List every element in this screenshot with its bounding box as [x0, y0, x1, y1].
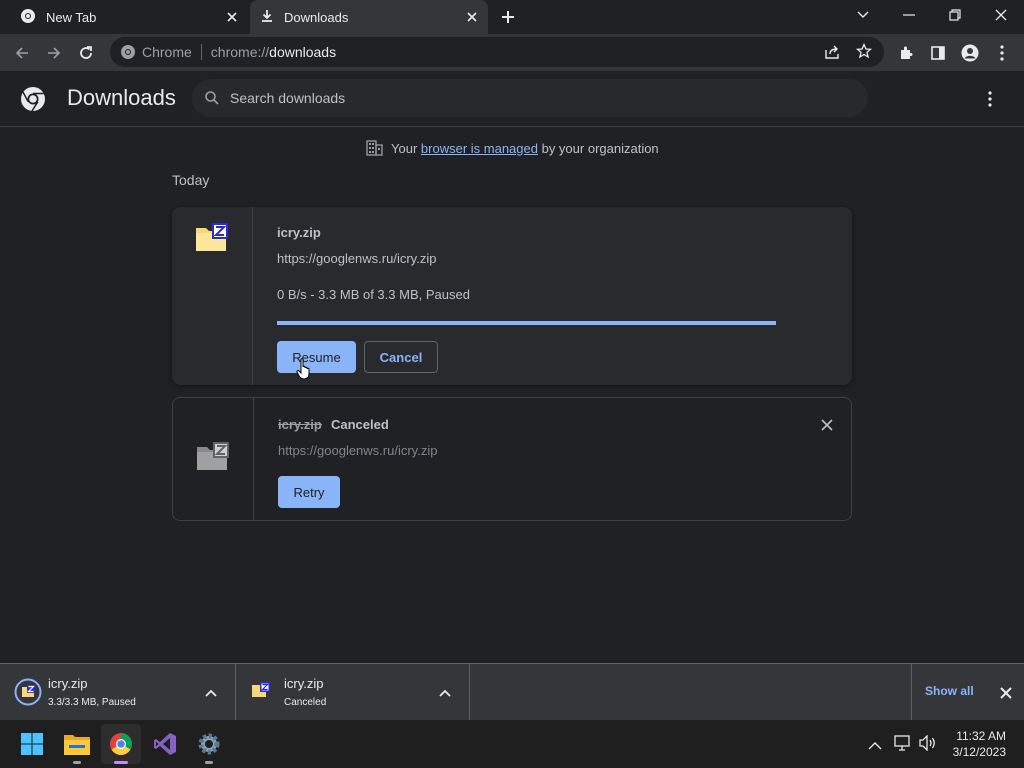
- building-icon: [366, 140, 383, 156]
- shelf-item-name: icry.zip: [48, 676, 88, 691]
- settings-icon[interactable]: [189, 724, 229, 764]
- chevron-up-icon[interactable]: [205, 684, 221, 700]
- profile-icon[interactable]: [957, 40, 983, 66]
- page-title: Downloads: [67, 85, 176, 110]
- section-date-label: Today: [172, 172, 210, 188]
- restore-icon[interactable]: [932, 0, 978, 30]
- shelf-item[interactable]: icry.zip Canceled: [236, 664, 470, 720]
- search-box[interactable]: [192, 79, 868, 117]
- downloads-header: Downloads: [0, 71, 1024, 127]
- shelf-item-status: Canceled: [284, 697, 327, 708]
- download-filename[interactable]: icry.zip: [277, 225, 321, 240]
- close-shelf-icon[interactable]: [1000, 686, 1012, 704]
- zip-file-icon: [197, 442, 229, 475]
- volume-icon[interactable]: [919, 734, 937, 756]
- bookmark-star-icon[interactable]: [855, 42, 873, 62]
- close-window-icon[interactable]: [978, 0, 1024, 30]
- running-indicator: [73, 761, 81, 764]
- back-icon[interactable]: [9, 40, 35, 66]
- tab-search-icon[interactable]: [840, 0, 886, 30]
- hand-cursor-icon: [296, 358, 312, 385]
- visual-studio-icon[interactable]: [145, 724, 185, 764]
- chrome-menu-icon[interactable]: [989, 40, 1015, 66]
- chrome-logo-icon: [20, 86, 46, 117]
- resume-button[interactable]: Resume: [277, 341, 356, 373]
- chevron-up-icon[interactable]: [439, 684, 455, 700]
- managed-link[interactable]: browser is managed: [421, 141, 538, 156]
- windows-start-icon[interactable]: [12, 724, 52, 764]
- file-icon-column: [173, 398, 254, 520]
- omnibox-divider: [200, 44, 202, 60]
- shelf-item-name: icry.zip: [284, 676, 324, 691]
- cancel-button[interactable]: Cancel: [364, 341, 438, 373]
- minimize-icon[interactable]: [886, 0, 932, 30]
- running-indicator: [205, 761, 213, 764]
- remove-from-list-icon[interactable]: [821, 418, 833, 436]
- search-icon: [204, 90, 220, 106]
- download-status: 0 B/s - 3.3 MB of 3.3 MB, Paused: [277, 287, 470, 302]
- chrome-icon: [120, 44, 136, 63]
- download-progress-bar: [277, 321, 776, 325]
- download-url[interactable]: https://googlenws.ru/icry.zip: [277, 251, 436, 266]
- zip-file-icon: [252, 682, 270, 703]
- managed-prefix: Your: [391, 140, 418, 156]
- tab-strip: New Tab Downloads: [0, 0, 1024, 34]
- download-icon: [260, 9, 274, 26]
- tab-title: New Tab: [46, 9, 97, 25]
- chrome-taskbar-icon[interactable]: [101, 724, 141, 764]
- extensions-icon[interactable]: [893, 40, 919, 66]
- system-clock[interactable]: 11:32 AM 3/12/2023: [953, 728, 1006, 760]
- file-icon-column: [172, 207, 253, 385]
- forward-icon[interactable]: [41, 40, 67, 66]
- shelf-item[interactable]: icry.zip 3.3/3.3 MB, Paused: [0, 664, 236, 720]
- managed-notice: Your browser is managed by your organiza…: [366, 140, 659, 156]
- omnibox-chip: Chrome: [142, 44, 192, 60]
- tab-new-tab[interactable]: New Tab: [0, 0, 248, 34]
- share-icon[interactable]: [824, 44, 840, 63]
- shelf-item-status: 3.3/3.3 MB, Paused: [48, 697, 136, 708]
- file-explorer-icon[interactable]: [57, 724, 97, 764]
- clock-time: 11:32 AM: [956, 729, 1006, 743]
- browser-toolbar: Chrome chrome://downloads: [0, 34, 1024, 71]
- close-tab-icon[interactable]: [224, 9, 240, 25]
- managed-suffix: by your organization: [541, 140, 659, 156]
- tab-title: Downloads: [284, 9, 349, 25]
- search-input[interactable]: [230, 90, 830, 106]
- windows-taskbar: 11:32 AM 3/12/2023: [0, 720, 1024, 768]
- chevron-up-icon[interactable]: [868, 738, 882, 756]
- omnibox-url: chrome://downloads: [211, 44, 336, 60]
- url-host: downloads: [269, 44, 337, 60]
- progress-fill: [277, 321, 776, 325]
- zip-file-progress-icon: [14, 678, 42, 711]
- url-scheme: chrome://: [210, 44, 270, 60]
- side-panel-icon[interactable]: [925, 40, 951, 66]
- download-item-paused: icry.zip https://googlenws.ru/icry.zip 0…: [172, 207, 852, 385]
- close-tab-icon[interactable]: [464, 9, 480, 25]
- new-tab-icon[interactable]: [500, 9, 516, 30]
- network-icon[interactable]: [894, 735, 912, 756]
- reload-icon[interactable]: [73, 40, 99, 66]
- download-item-canceled: icry.zip Canceled https://googlenws.ru/i…: [172, 397, 852, 521]
- address-bar[interactable]: Chrome chrome://downloads: [110, 37, 884, 67]
- download-url: https://googlenws.ru/icry.zip: [278, 443, 438, 458]
- zip-file-icon: [196, 223, 228, 256]
- active-indicator: [114, 761, 128, 764]
- more-actions-icon[interactable]: [988, 91, 992, 112]
- download-state: Canceled: [331, 417, 389, 432]
- chrome-icon: [20, 8, 36, 27]
- download-filename: icry.zip: [278, 417, 322, 432]
- clock-date: 3/12/2023: [952, 745, 1006, 759]
- shelf-divider: [911, 664, 912, 720]
- download-shelf: icry.zip 3.3/3.3 MB, Paused icry.zip Can…: [0, 663, 1024, 720]
- show-all-button[interactable]: Show all: [925, 684, 974, 698]
- tab-downloads[interactable]: Downloads: [250, 0, 488, 34]
- retry-button[interactable]: Retry: [278, 476, 340, 508]
